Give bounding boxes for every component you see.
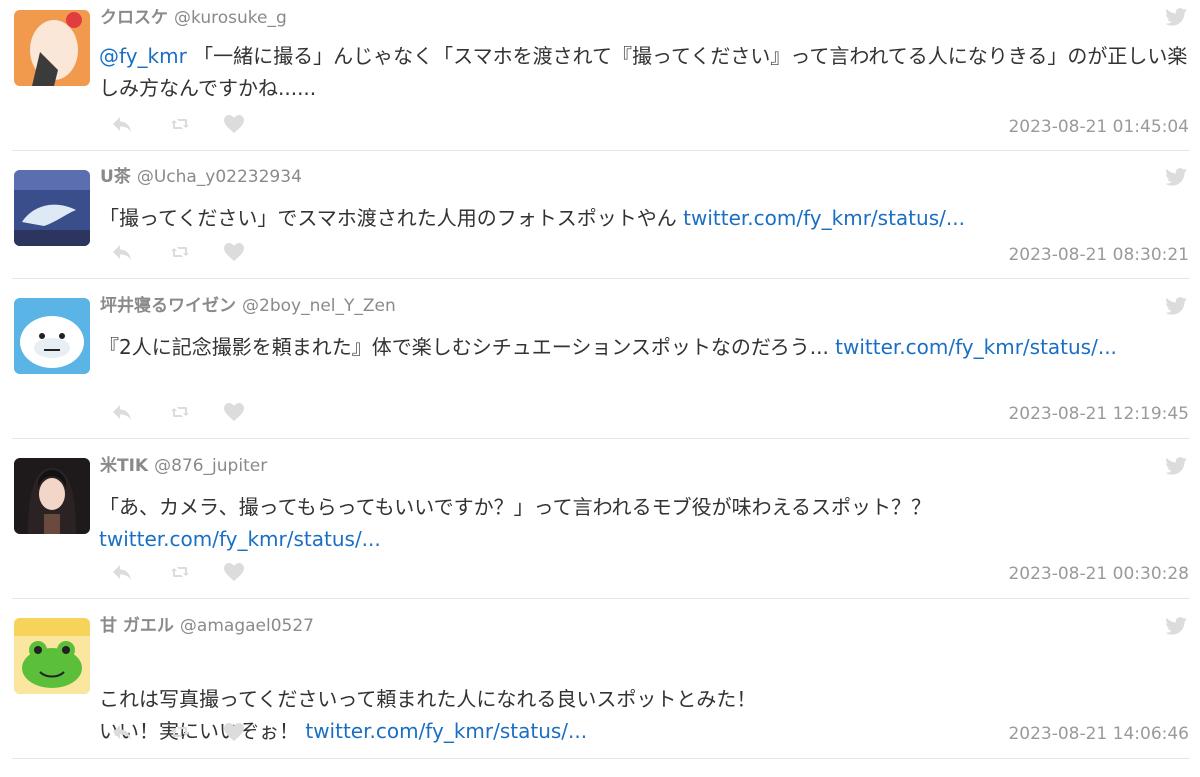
tweet-header: 坪井寝るワイゼン @2boy_nel_Y_Zen <box>100 294 396 318</box>
tweet-body-text: 「一緒に撮る」んじゃなく「スマホを渡されて『撮ってください』って言われてる人にな… <box>99 44 1188 100</box>
mention-link[interactable]: @fy_kmr <box>99 44 187 68</box>
user-handle[interactable]: @amagael0527 <box>180 616 314 636</box>
reply-icon[interactable] <box>110 400 134 424</box>
user-handle[interactable]: @2boy_nel_Y_Zen <box>242 296 396 316</box>
avatar[interactable] <box>14 298 90 374</box>
twitter-bird-icon[interactable] <box>1165 8 1187 26</box>
tweet-timestamp[interactable]: 2023-08-21 00:30:28 <box>1008 564 1189 584</box>
retweet-icon[interactable] <box>168 112 192 136</box>
reply-icon[interactable] <box>110 720 134 744</box>
status-link[interactable]: twitter.com/fy_kmr/status/... <box>835 335 1117 359</box>
tweet-actions <box>110 112 270 136</box>
twitter-bird-icon[interactable] <box>1165 297 1187 315</box>
anime-girl-avatar-icon <box>14 458 90 534</box>
avatar[interactable] <box>14 458 90 534</box>
user-handle[interactable]: @Ucha_y02232934 <box>137 167 302 187</box>
tweet-timestamp[interactable]: 2023-08-21 14:06:46 <box>1008 724 1189 744</box>
status-link[interactable]: twitter.com/fy_kmr/status/... <box>99 527 381 551</box>
tweet-feed: クロスケ @kurosuke_g @fy_kmr 「一緒に撮る」んじゃなく「スマホ… <box>0 0 1200 777</box>
avatar[interactable] <box>14 618 90 694</box>
tweet-card: クロスケ @kurosuke_g @fy_kmr 「一緒に撮る」んじゃなく「スマホ… <box>12 0 1190 151</box>
user-handle[interactable]: @876_jupiter <box>154 456 267 476</box>
twitter-bird-icon[interactable] <box>1165 168 1187 186</box>
reply-icon[interactable] <box>110 560 134 584</box>
fox-avatar-icon <box>14 10 90 86</box>
tweet-body-text: 『2人に記念撮影を頼まれた』体で楽しむシチュエーションスポットなのだろう... <box>99 335 836 359</box>
tweet-header: U茶 @Ucha_y02232934 <box>100 165 302 189</box>
retweet-icon[interactable] <box>168 240 192 264</box>
heart-icon[interactable] <box>222 560 246 584</box>
tweet-actions <box>110 560 270 584</box>
tweet-timestamp[interactable]: 2023-08-21 12:19:45 <box>1008 404 1189 424</box>
heart-icon[interactable] <box>222 240 246 264</box>
reply-icon[interactable] <box>110 112 134 136</box>
yeti-avatar-icon <box>14 298 90 374</box>
tweet-card: 甘 ガエル @amagael0527 これは写真撮ってくださいって頼まれた人になれ… <box>12 598 1190 759</box>
user-name[interactable]: クロスケ <box>100 8 168 28</box>
heart-icon[interactable] <box>222 400 246 424</box>
status-link[interactable]: twitter.com/fy_kmr/status/... <box>683 206 965 230</box>
user-handle[interactable]: @kurosuke_g <box>174 8 287 28</box>
tweet-timestamp[interactable]: 2023-08-21 08:30:21 <box>1008 245 1189 265</box>
user-name[interactable]: 坪井寝るワイゼン <box>100 296 236 316</box>
twitter-bird-icon[interactable] <box>1165 457 1187 475</box>
whale-avatar-icon <box>14 170 90 246</box>
twitter-bird-icon[interactable] <box>1165 617 1187 635</box>
status-link[interactable]: twitter.com/fy_kmr/status/... <box>305 719 587 743</box>
avatar[interactable] <box>14 10 90 86</box>
retweet-icon[interactable] <box>168 720 192 744</box>
frog-avatar-icon <box>14 618 90 694</box>
tweet-actions <box>110 240 270 264</box>
tweet-text: 「撮ってください」でスマホ渡された人用のフォトスポットやん twitter.co… <box>99 202 1189 234</box>
tweet-text: 『2人に記念撮影を頼まれた』体で楽しむシチュエーションスポットなのだろう... … <box>99 331 1189 363</box>
retweet-icon[interactable] <box>168 400 192 424</box>
tweet-actions <box>110 400 270 424</box>
tweet-body-text: 「あ、カメラ、撮ってもらってもいいですか？」って言われるモブ役が味わえるスポット… <box>99 495 931 519</box>
user-name[interactable]: U茶 <box>100 167 131 187</box>
tweet-actions <box>110 720 270 744</box>
heart-icon[interactable] <box>222 720 246 744</box>
tweet-header: 甘 ガエル @amagael0527 <box>100 614 314 638</box>
heart-icon[interactable] <box>222 112 246 136</box>
tweet-card: 米TIK @876_jupiter 「あ、カメラ、撮ってもらってもいいですか？」っ… <box>12 438 1190 599</box>
tweet-header: 米TIK @876_jupiter <box>100 454 267 478</box>
retweet-icon[interactable] <box>168 560 192 584</box>
tweet-timestamp[interactable]: 2023-08-21 01:45:04 <box>1008 117 1189 137</box>
reply-icon[interactable] <box>110 240 134 264</box>
tweet-text: @fy_kmr 「一緒に撮る」んじゃなく「スマホを渡されて『撮ってください』って… <box>99 40 1189 104</box>
tweet-header: クロスケ @kurosuke_g <box>100 6 287 30</box>
tweet-card: U茶 @Ucha_y02232934 「撮ってください」でスマホ渡された人用のフォ… <box>12 150 1190 279</box>
user-name[interactable]: 米TIK <box>100 456 148 476</box>
tweet-body-text: 「撮ってください」でスマホ渡された人用のフォトスポットやん <box>99 206 684 230</box>
user-name[interactable]: 甘 ガエル <box>100 616 174 636</box>
tweet-text: 「あ、カメラ、撮ってもらってもいいですか？」って言われるモブ役が味わえるスポット… <box>99 491 1189 555</box>
avatar[interactable] <box>14 170 90 246</box>
tweet-card: 坪井寝るワイゼン @2boy_nel_Y_Zen 『2人に記念撮影を頼まれた』体で… <box>12 278 1190 439</box>
